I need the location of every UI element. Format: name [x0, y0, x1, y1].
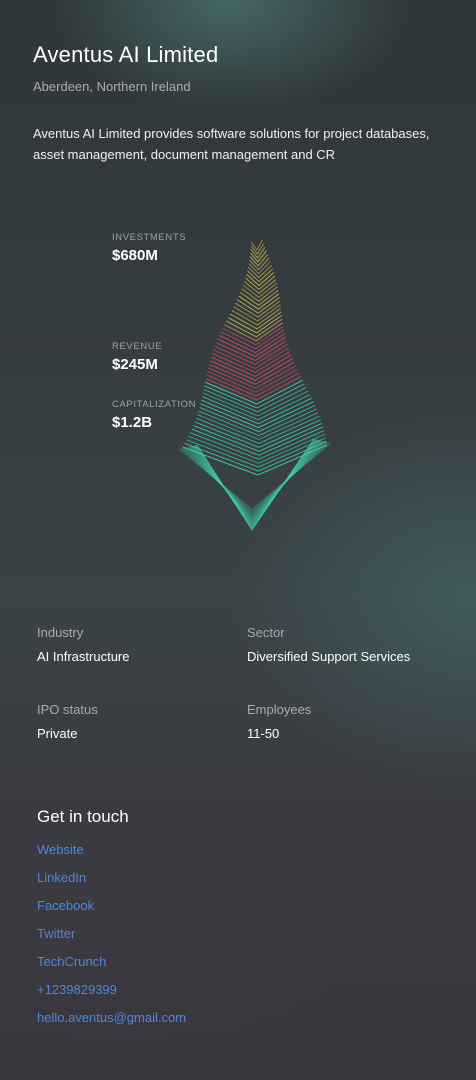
- employees-value: 11-50: [247, 726, 280, 741]
- sector-label: Sector: [247, 625, 285, 640]
- company-name: Aventus AI Limited: [33, 42, 219, 67]
- company-profile-card: Aventus AI Limited Aberdeen, Northern Ir…: [0, 0, 476, 1080]
- stat-investments: INVESTMENTS $680M: [112, 232, 186, 264]
- stat-revenue-value: $245M: [112, 356, 158, 373]
- stat-revenue-label: REVENUE: [112, 341, 163, 352]
- stat-revenue: REVENUE $245M: [112, 341, 162, 373]
- facebook-link[interactable]: Facebook: [37, 898, 94, 913]
- stat-capitalization: CAPITALIZATION $1.2B: [112, 399, 196, 431]
- company-location: Aberdeen, Northern Ireland: [33, 79, 191, 94]
- techcrunch-link[interactable]: TechCrunch: [37, 954, 106, 969]
- financial-pyramid-graphic: [170, 220, 360, 560]
- email-link[interactable]: hello.aventus@gmail.com: [37, 1010, 186, 1025]
- website-link[interactable]: Website: [37, 842, 84, 857]
- stat-investments-label: INVESTMENTS: [112, 232, 187, 243]
- stat-capitalization-label: CAPITALIZATION: [112, 399, 197, 410]
- stat-investments-value: $680M: [112, 247, 158, 264]
- employees-label: Employees: [247, 702, 312, 717]
- stat-capitalization-value: $1.2B: [112, 414, 153, 431]
- phone-link[interactable]: +1239829399: [37, 982, 117, 997]
- company-description: Aventus AI Limited provides software sol…: [33, 126, 430, 162]
- pyramid-illustration: [178, 239, 332, 531]
- contact-heading: Get in touch: [37, 807, 129, 826]
- ipo-status-value: Private: [37, 726, 78, 741]
- industry-label: Industry: [37, 625, 84, 640]
- ipo-status-label: IPO status: [37, 702, 98, 717]
- twitter-link[interactable]: Twitter: [37, 926, 75, 941]
- industry-value: AI Infrastructure: [37, 649, 130, 664]
- linkedin-link[interactable]: LinkedIn: [37, 870, 86, 885]
- sector-value: Diversified Support Services: [247, 649, 411, 664]
- pyramid-base-layer: [186, 440, 324, 520]
